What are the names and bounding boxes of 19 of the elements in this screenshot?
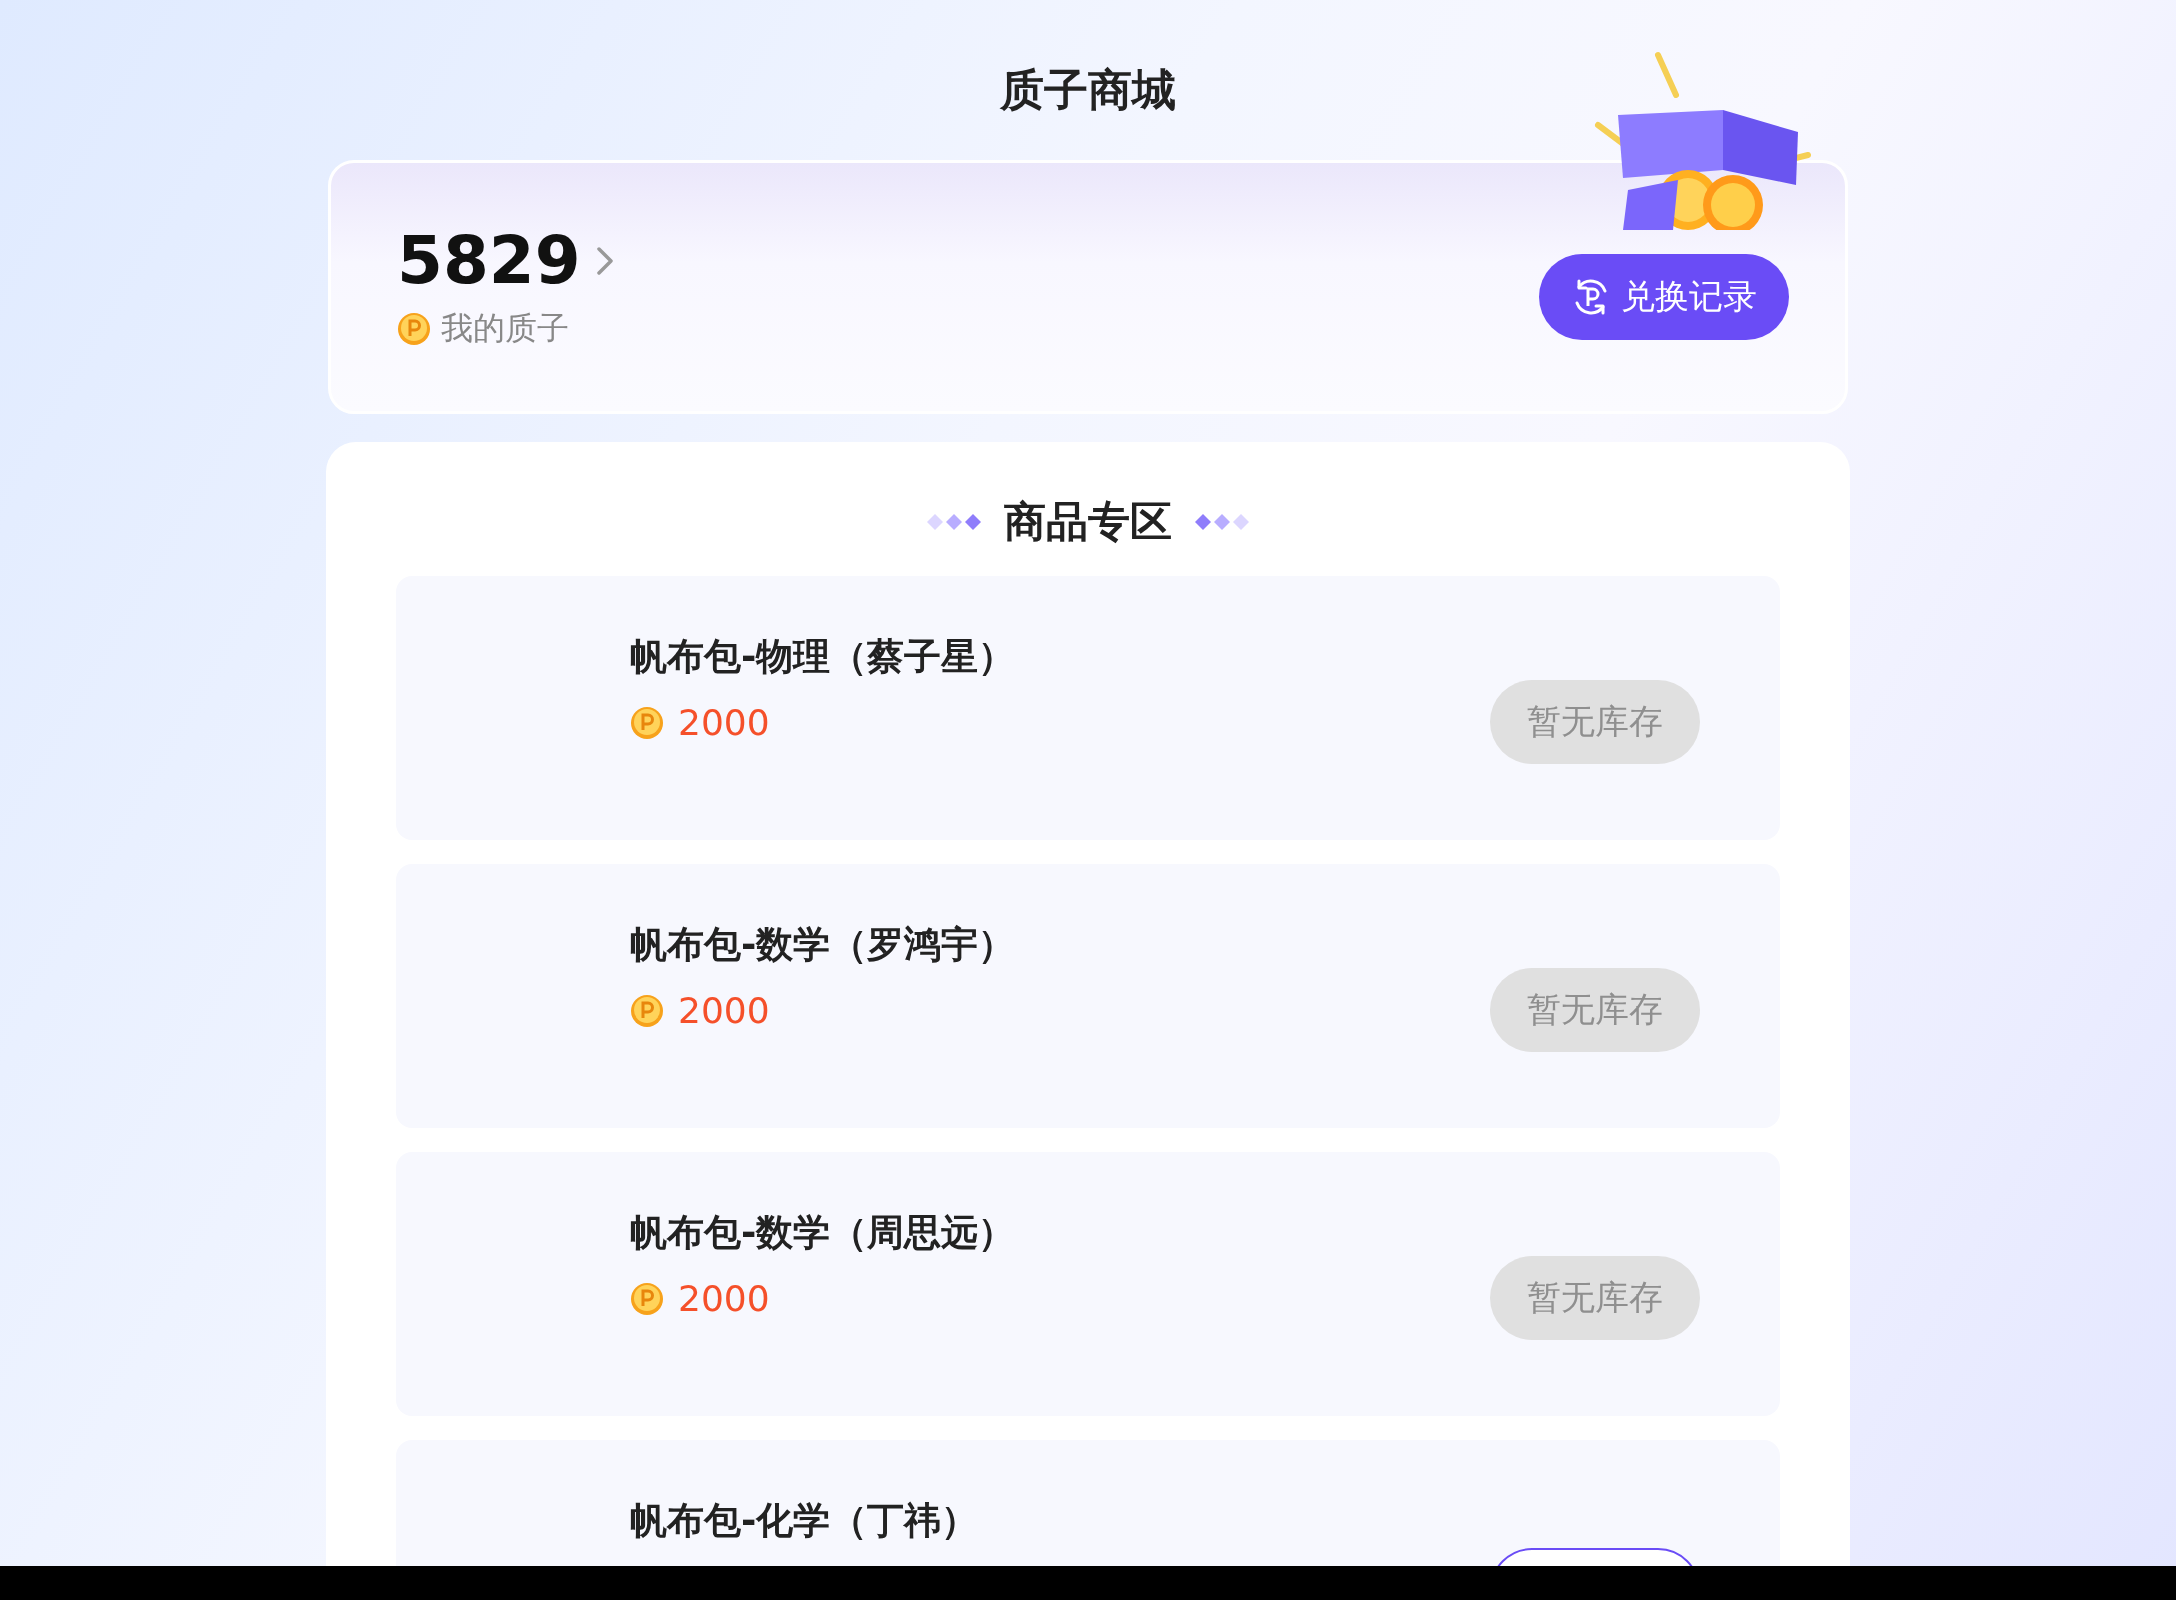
diamonds-icon — [1194, 512, 1250, 532]
diamonds-icon — [926, 512, 982, 532]
exchange-history-button[interactable]: 兑换记录 — [1539, 254, 1789, 340]
product-price: 2000 — [678, 990, 770, 1031]
coin-icon — [630, 705, 664, 740]
balance-link[interactable]: 5829 — [397, 223, 615, 299]
product-price: 2000 — [678, 702, 770, 743]
balance-label: 我的质子 — [441, 308, 569, 349]
product-name: 帆布包-数学（罗鸿宇） — [630, 922, 1016, 968]
coin-icon — [397, 312, 431, 346]
coin-icon — [630, 1281, 664, 1316]
product-name: 帆布包-物理（蔡子星） — [630, 634, 1016, 680]
product-price: 2000 — [678, 1278, 770, 1319]
product-name: 帆布包-化学（丁祎） — [630, 1498, 979, 1544]
section-title: 商品专区 — [1004, 496, 1172, 548]
page-title: 质子商城 — [1000, 63, 1176, 117]
product-name: 帆布包-数学（周思远） — [630, 1210, 1016, 1256]
coin-icon — [630, 993, 664, 1028]
chevron-right-icon — [594, 245, 615, 277]
